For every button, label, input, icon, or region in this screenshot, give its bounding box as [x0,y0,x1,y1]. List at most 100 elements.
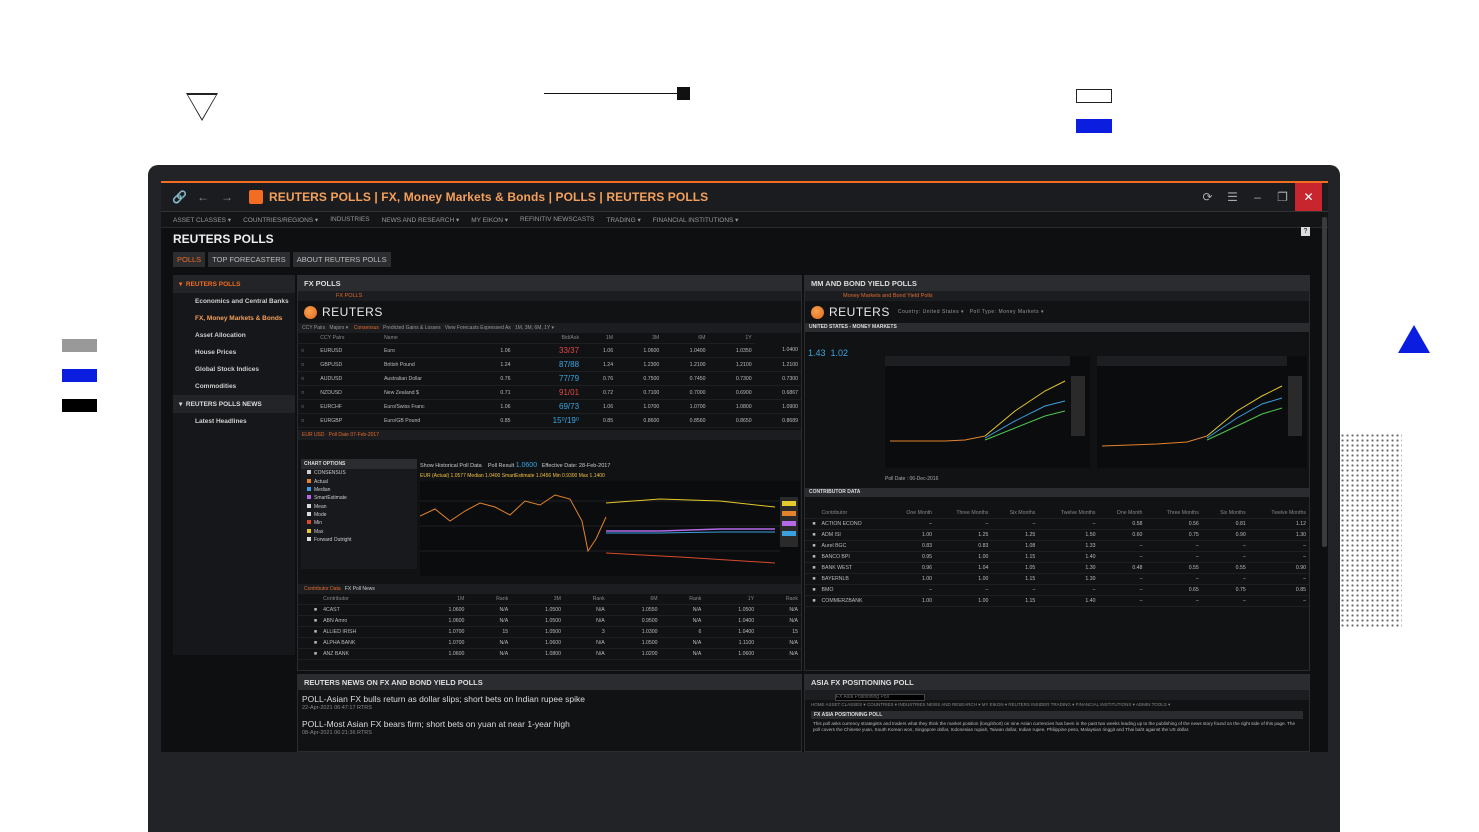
sidebar-item[interactable]: Asset Allocation [173,327,295,344]
cell: 0.7500 [616,371,663,386]
table-row[interactable]: ○ GBPUSD British Pound 1.24 87/88 1.24 1… [298,357,801,372]
cell: – [1098,540,1146,552]
chart-legend: EUR (Actual) 1.0577 Median 1.0400 SmartE… [420,473,605,479]
chart-option[interactable]: Actual [301,477,417,485]
cell: 1.0900 [754,399,801,414]
column-header: 1Y [704,594,758,605]
scrollbar[interactable] [1322,217,1327,547]
menu-item[interactable]: NEWS AND RESEARCH ▾ [382,216,460,224]
table-row[interactable]: ■ COMMERZBANK 1.00 1.00 1.15 1.40– – – – [805,595,1309,607]
sidebar-section-news[interactable]: ▾ REUTERS POLLS NEWS [173,395,295,413]
rate-values: 1.43 1.02 [808,348,849,358]
menu-item[interactable]: COUNTRIES/REGIONS ▾ [243,216,318,224]
gridlines [420,500,780,552]
news-item[interactable]: POLL-Most Asian FX bears firm; short bet… [298,715,801,740]
cell: COMMERZBANK [818,595,889,607]
menu-item[interactable]: INDUSTRIES [330,216,369,223]
menu-item[interactable]: TRADING ▾ [606,216,640,224]
chart-options-title: CHART OPTIONS [301,459,417,469]
cell: 1.06 [582,399,617,414]
table-row[interactable]: ○ EURGBP Euro/GB Pound 0.85 15⁰/19⁰ 0.85… [298,413,801,428]
cell: – [1248,595,1309,607]
menu-icon[interactable]: ☰ [1220,190,1245,204]
table-row[interactable]: ■ BANCO BPI 0.95 1.00 1.15 1.40– – – – [805,551,1309,563]
cell: 6 [660,626,705,638]
cell: 0.7300 [708,371,755,386]
bar-black-decoration [62,399,97,412]
contrib-tabs[interactable]: Contributor Data FX Poll News [298,584,801,594]
sidebar-item[interactable]: Commodities [173,378,295,395]
menu-item[interactable]: FINANCIAL INSTITUTIONS ▾ [653,216,739,224]
cell: ALLIED IRISH [320,626,415,638]
asia-menu[interactable]: HOME ASSET CLASSES ▾ COUNTRIES ▾ INDUSTR… [805,700,1309,709]
ccy-pair: EURUSD [317,343,381,358]
chart-option[interactable]: Mode [301,511,417,519]
menu-item[interactable]: REFINITIV NEWSCASTS [520,216,594,223]
cell: 4CAST [320,604,415,616]
chart-option[interactable]: Mean [301,503,417,511]
back-icon[interactable]: ← [196,190,210,204]
table-row[interactable]: ○ EURCHF Euro/Swiss Franc 1.06 69/73 1.0… [298,399,801,414]
refresh-icon[interactable]: ⟳ [1195,190,1220,204]
news-headline[interactable]: POLL-Asian FX bulls return as dollar sli… [302,694,797,704]
prev-value: 1.06 [479,399,514,414]
filter-bar[interactable]: CCY Pairs Majors ▾ Consensus Predicted G… [298,323,801,333]
fx-line-chart [420,481,800,576]
chart-option[interactable]: Max [301,528,417,536]
cell: N/A [467,637,512,649]
sidebar-item[interactable]: House Prices [173,344,295,361]
table-row[interactable]: ■ ALLIED IRISH 1.0700 15 1.0500 3 1.0300 6 1.040… [298,626,801,638]
sidebar-item[interactable]: Economics and Central Banks [173,293,295,310]
column-header: Twelve Months [1248,508,1309,519]
forward-icon[interactable]: → [220,190,234,204]
table-row[interactable]: ■ BANK WEST 0.96 1.04 1.05 1.30 0.48 0.55 0.55 0.… [805,562,1309,574]
sidebar-section-polls[interactable]: ▾ REUTERS POLLS [173,275,295,293]
minimize-button[interactable]: – [1245,190,1270,204]
asia-description: This poll asks currency strategists and … [813,721,1296,732]
sidebar-item[interactable]: Global Stock Indices [173,361,295,378]
chart-option[interactable]: CONSENSUS [301,469,417,477]
table-row[interactable]: ○ EURUSD Euro 1.06 33/37 1.06 1.0600 1.0… [298,343,801,358]
table-row[interactable]: ■ 4CAST 1.0600 N/A 1.0500 N/A 1.0550 N/A 1.0500 N… [298,604,801,616]
close-button[interactable]: ✕ [1295,183,1322,211]
poll-date: Poll Date : 06-Dec-2016 [885,476,939,482]
tab-polls[interactable]: POLLS [173,252,206,267]
cell: – [991,518,1039,530]
tab-top-forecasters[interactable]: TOP FORECASTERS [208,252,290,267]
menu-item[interactable]: MY EIKON ▾ [471,216,508,224]
cell: 1.40 [1038,551,1099,563]
cell: N/A [660,615,705,627]
cell: N/A [467,615,512,627]
chart-option[interactable]: SmartEstimate [301,494,417,502]
panel-subbar: Money Markets and Bond Yield Polls [805,291,1309,301]
cell: 1.0500 [511,615,564,627]
news-item[interactable]: POLL-Asian FX bulls return as dollar sli… [298,690,801,715]
tab-about[interactable]: ABOUT REUTERS POLLS [292,252,391,267]
sidebar-item-selected[interactable]: FX, Money Markets & Bonds [173,310,295,327]
chart-option[interactable]: Min [301,519,417,527]
chart-option[interactable]: Forward Outright [301,536,417,544]
menu-item[interactable]: ASSET CLASSES ▾ [173,216,231,224]
cell: 1.30 [1248,529,1309,541]
table-row[interactable]: ■ ACTION ECONO – – – –0.58 0.56 0.81 1.12 [805,518,1309,530]
chart-option[interactable]: Median [301,486,417,494]
table-row[interactable]: ■ ADM ISI 1.00 1.25 1.25 1.50 0.60 0.75 0.90 1.30 [805,529,1309,541]
ccy-name: Euro [380,343,480,358]
table-row[interactable]: ■ BMO – – – – –0.65 0.75 0.85 [805,584,1309,596]
restore-button[interactable]: ❐ [1270,190,1295,204]
column-header: 1Y [708,333,755,344]
table-row[interactable]: ○ AUDUSD Australian Dollar 0.76 77/79 0.… [298,371,801,386]
table-row[interactable]: ■ ANZ BANK 1.0600 N/A 1.0800 N/A 1.0200 N/A 1.06… [298,648,801,660]
cell: 1.0700 [616,399,663,414]
news-headline[interactable]: POLL-Most Asian FX bears firm; short bet… [302,719,797,729]
table-row[interactable]: ○ NZDUSD New Zealand $ 0.71 91/01 0.72 0… [298,385,801,400]
table-row[interactable]: ■ Aurel BGC 0.83 0.83 1.08 1.33– – – – [805,540,1309,552]
help-icon[interactable]: ? [1301,227,1310,236]
column-header: Twelve Months [1038,508,1099,519]
sidebar-item[interactable]: Latest Headlines [173,413,295,430]
link-icon[interactable]: 🔗 [172,190,187,204]
table-row[interactable]: ■ BAYERNLB 1.00 1.00 1.15 1.30– – – – [805,573,1309,585]
table-row[interactable]: ■ ALPHA BANK 1.0700 N/A 1.0600 N/A 1.0500 N/A 1.… [298,637,801,649]
prev-value: 0.85 [479,413,514,428]
table-row[interactable]: ■ ABN Amro 1.0600 N/A 1.0500 N/A 0.9500 N/A 1.04… [298,615,801,627]
